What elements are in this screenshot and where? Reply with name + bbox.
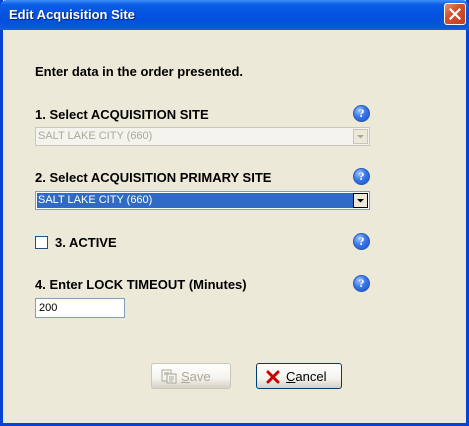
cancel-mnemonic: C bbox=[286, 369, 296, 384]
acquisition-site-value: SALT LAKE CITY (660) bbox=[38, 130, 153, 142]
cancel-label: Cancel bbox=[286, 369, 326, 384]
chevron-down-icon bbox=[357, 135, 364, 139]
dialog-body: Enter data in the order presented. 1. Se… bbox=[3, 30, 466, 423]
save-label-rest: ave bbox=[189, 369, 211, 384]
primary-site-dropdown-button[interactable] bbox=[353, 193, 368, 208]
acquisition-site-dropdown-button[interactable] bbox=[353, 129, 368, 144]
primary-site-combobox[interactable]: SALT LAKE CITY (660) bbox=[35, 191, 370, 210]
save-mnemonic: S bbox=[181, 369, 190, 384]
save-label: Save bbox=[181, 369, 211, 384]
primary-site-value: SALT LAKE CITY (660) bbox=[37, 193, 363, 208]
edit-acquisition-site-dialog: Edit Acquisition Site Enter data in the … bbox=[0, 0, 469, 426]
primary-site-help-icon[interactable]: ? bbox=[353, 168, 370, 185]
active-label: 3. ACTIVE bbox=[55, 235, 117, 250]
lock-timeout-help-icon[interactable]: ? bbox=[353, 275, 370, 292]
active-help-icon[interactable]: ? bbox=[353, 233, 370, 250]
x-icon bbox=[266, 370, 280, 384]
close-button[interactable] bbox=[444, 3, 466, 25]
primary-site-label: 2. Select ACQUISITION PRIMARY SITE bbox=[35, 170, 272, 185]
cancel-label-rest: ancel bbox=[295, 369, 327, 384]
save-disk-icon bbox=[161, 369, 177, 384]
window-title: Edit Acquisition Site bbox=[9, 7, 135, 22]
cancel-button[interactable]: Cancel bbox=[256, 363, 342, 389]
title-bar[interactable]: Edit Acquisition Site bbox=[0, 0, 469, 30]
instructions-text: Enter data in the order presented. bbox=[35, 64, 244, 79]
chevron-down-icon bbox=[357, 199, 364, 203]
active-checkbox[interactable] bbox=[35, 236, 48, 249]
close-icon bbox=[449, 8, 461, 20]
lock-timeout-label: 4. Enter LOCK TIMEOUT (Minutes) bbox=[35, 277, 247, 292]
acquisition-site-help-icon[interactable]: ? bbox=[353, 105, 370, 122]
lock-timeout-input[interactable]: 200 bbox=[35, 298, 125, 318]
acquisition-site-combobox[interactable]: SALT LAKE CITY (660) bbox=[35, 127, 370, 146]
save-button[interactable]: Save bbox=[151, 363, 231, 389]
lock-timeout-value: 200 bbox=[39, 302, 58, 314]
acquisition-site-label: 1. Select ACQUISITION SITE bbox=[35, 107, 209, 122]
